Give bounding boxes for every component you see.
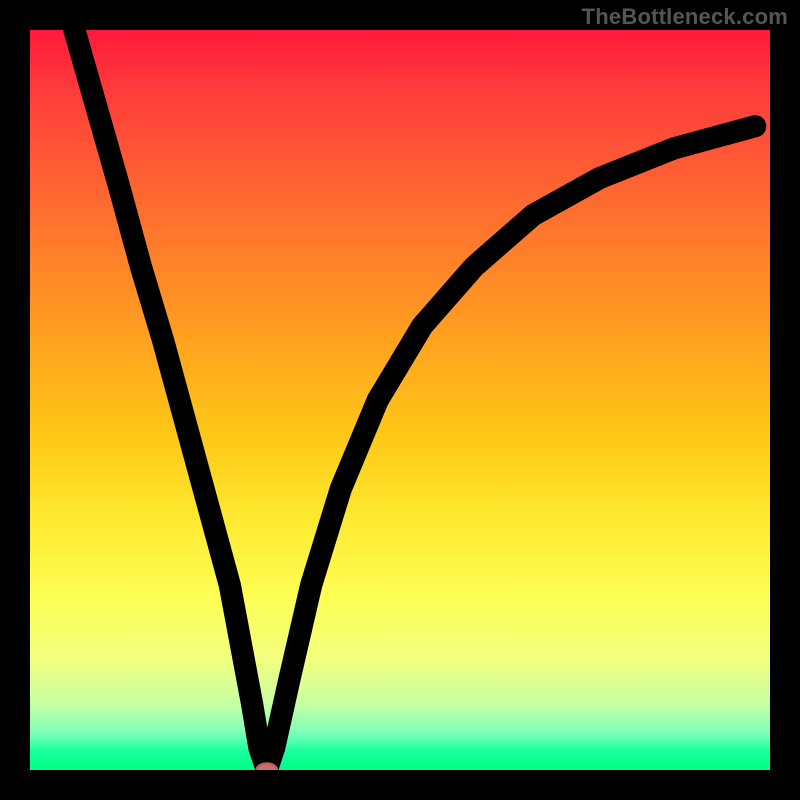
- bottleneck-curve: [74, 30, 755, 770]
- chart-svg: [30, 30, 770, 770]
- chart-plot-area: [30, 30, 770, 770]
- watermark-text: TheBottleneck.com: [582, 4, 788, 30]
- optimal-point-marker: [256, 763, 277, 770]
